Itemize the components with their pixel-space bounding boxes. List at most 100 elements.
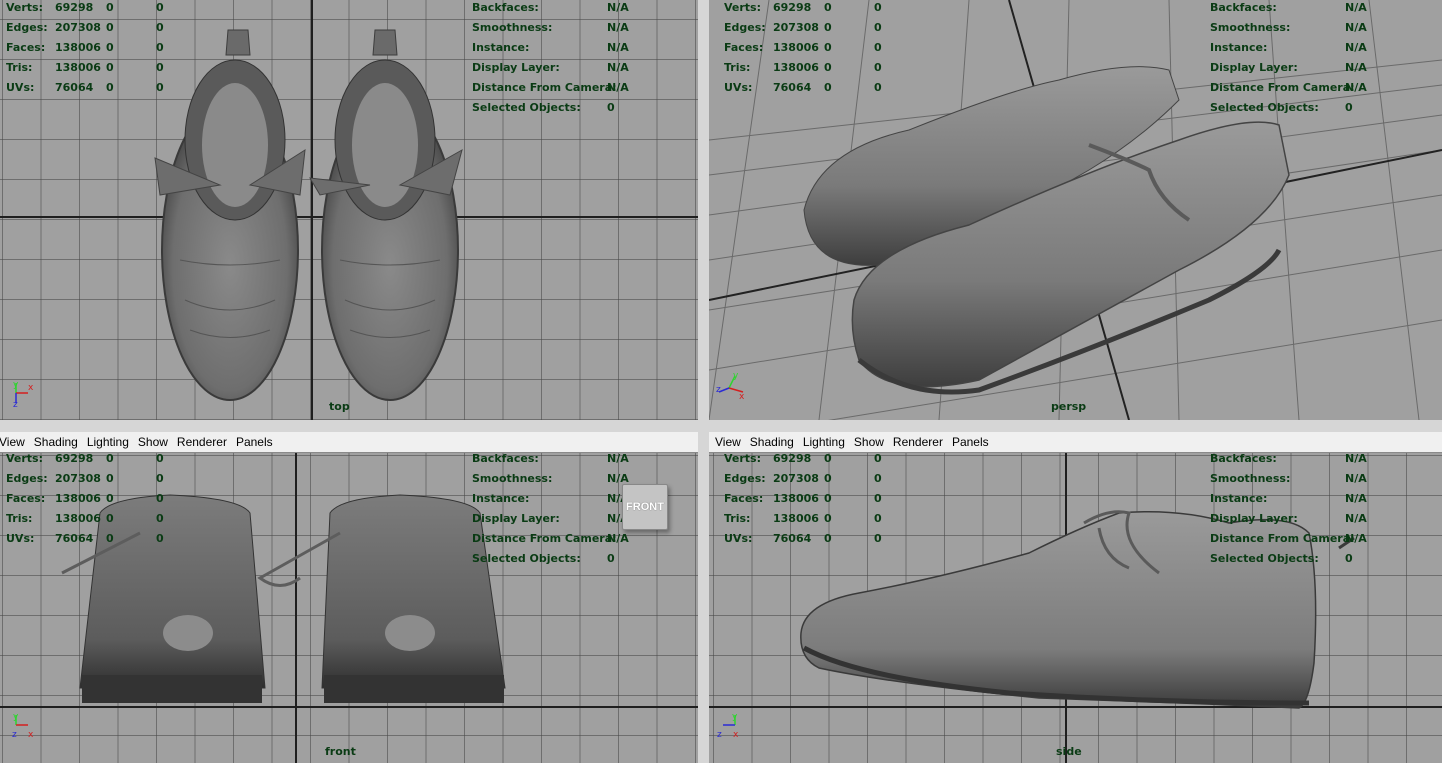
hud-value: 0	[874, 81, 882, 94]
axis-gizmo-icon: y x z	[715, 370, 745, 402]
menu-show[interactable]: Show	[854, 435, 884, 449]
hud-value: 76064	[55, 81, 94, 94]
menu-view[interactable]: View	[715, 435, 741, 449]
hud-value: 0	[874, 472, 882, 485]
menu-view[interactable]: View	[0, 435, 25, 449]
hud-value: 0	[874, 61, 882, 74]
hud-value: 138006	[55, 61, 101, 74]
poly-count-hud: Verts: 69298 0 0 Edges: 207308 0 0 Faces: 13800…	[6, 453, 206, 549]
axis-gizmo-icon: y z x	[8, 709, 38, 740]
hud-value: 0	[824, 453, 832, 465]
hud-value: N/A	[607, 61, 629, 74]
hud-value: 0	[824, 472, 832, 485]
svg-text:x: x	[733, 730, 739, 739]
hud-value: N/A	[607, 21, 629, 34]
view-cube-front[interactable]: FRONT	[622, 484, 668, 530]
hud-value: 207308	[55, 21, 101, 34]
hud-value: 0	[106, 453, 114, 465]
menu-shading[interactable]: Shading	[34, 435, 78, 449]
hud-label-smoothness: Smoothness:	[472, 472, 553, 485]
hud-value: 0	[874, 492, 882, 505]
hud-value: 138006	[55, 492, 101, 505]
hud-value: N/A	[1345, 532, 1367, 545]
hud-value: 0	[106, 512, 114, 525]
hud-value: 207308	[773, 472, 819, 485]
menu-panels[interactable]: Panels	[952, 435, 989, 449]
svg-text:x: x	[739, 392, 745, 400]
hud-value: 0	[106, 472, 114, 485]
viewport-front[interactable]: Verts: 69298 0 0 Edges: 207308 0 0 Faces: 13800…	[0, 453, 698, 763]
svg-text:y: y	[13, 712, 19, 722]
hud-value: 138006	[773, 512, 819, 525]
hud-value: N/A	[1345, 512, 1367, 525]
hud-label-faces: Faces:	[724, 41, 764, 54]
hud-label-distance-from-camera: Distance From Camera:	[472, 532, 617, 545]
hud-value: 0	[156, 512, 164, 525]
hud-value: 0	[874, 41, 882, 54]
hud-value: 76064	[55, 532, 94, 545]
hud-value: 0	[607, 552, 615, 565]
hud-value: 138006	[55, 512, 101, 525]
hud-label-edges: Edges:	[6, 472, 48, 485]
svg-text:x: x	[28, 383, 34, 393]
hud-label-display-layer: Display Layer:	[472, 512, 560, 525]
hud-value: 0	[106, 21, 114, 34]
viewport-top[interactable]: Verts: 69298 0 0 Edges: 207308 0 0 Faces: 13800…	[0, 0, 698, 420]
svg-text:y: y	[732, 712, 738, 722]
menu-show[interactable]: Show	[138, 435, 168, 449]
hud-value: N/A	[607, 1, 629, 14]
panel-divider-horizontal[interactable]	[0, 420, 1442, 432]
hud-value: 76064	[773, 81, 812, 94]
hud-label-uvs: UVs:	[6, 81, 35, 94]
hud-label-tris: Tris:	[6, 61, 33, 74]
hud-value: 0	[874, 512, 882, 525]
hud-value: 0	[156, 81, 164, 94]
hud-label-instance: Instance:	[1210, 492, 1268, 505]
menu-renderer[interactable]: Renderer	[893, 435, 943, 449]
hud-label-instance: Instance:	[1210, 41, 1268, 54]
hud-label-selected-objects: Selected Objects:	[1210, 552, 1319, 565]
hud-label-verts: Verts:	[6, 453, 44, 465]
viewport-persp[interactable]: Verts: 69298 0 0 Edges: 207308 0 0 Faces: 13800…	[709, 0, 1442, 420]
hud-value: 0	[106, 41, 114, 54]
hud-label-backfaces: Backfaces:	[1210, 1, 1277, 14]
hud-label-edges: Edges:	[724, 21, 766, 34]
svg-text:y: y	[13, 380, 19, 390]
menu-shading[interactable]: Shading	[750, 435, 794, 449]
object-info-hud: Backfaces: N/A Smoothness: N/A Instance: N/…	[472, 0, 692, 118]
menu-lighting[interactable]: Lighting	[87, 435, 129, 449]
camera-label: persp	[1051, 400, 1087, 413]
svg-text:y: y	[733, 371, 739, 381]
hud-value: 0	[874, 21, 882, 34]
menu-panels[interactable]: Panels	[236, 435, 273, 449]
axis-gizmo-icon: y x z	[8, 378, 38, 410]
viewport-side[interactable]: Verts: 69298 0 0 Edges: 207308 0 0 Faces: 13800…	[709, 453, 1442, 763]
hud-label-selected-objects: Selected Objects:	[472, 552, 581, 565]
hud-label-backfaces: Backfaces:	[1210, 453, 1277, 465]
svg-text:x: x	[28, 730, 34, 739]
hud-label-uvs: UVs:	[6, 532, 35, 545]
hud-label-faces: Faces:	[6, 492, 46, 505]
object-info-hud: Backfaces: N/A Smoothness: N/A Instance: N/…	[1210, 453, 1435, 569]
hud-value: 0	[1345, 101, 1353, 114]
svg-text:z: z	[716, 385, 721, 395]
hud-value: 0	[824, 21, 832, 34]
hud-value: 0	[824, 1, 832, 14]
hud-value: 0	[824, 532, 832, 545]
menu-renderer[interactable]: Renderer	[177, 435, 227, 449]
hud-value: 207308	[55, 472, 101, 485]
hud-value: 138006	[773, 41, 819, 54]
hud-label-display-layer: Display Layer:	[472, 61, 560, 74]
panel-divider-vertical[interactable]	[698, 0, 709, 763]
hud-value: 0	[106, 492, 114, 505]
hud-label-smoothness: Smoothness:	[1210, 472, 1291, 485]
hud-value: N/A	[1345, 21, 1367, 34]
hud-label-edges: Edges:	[724, 472, 766, 485]
hud-label-distance-from-camera: Distance From Camera:	[1210, 81, 1355, 94]
poly-count-hud: Verts: 69298 0 0 Edges: 207308 0 0 Faces: 13800…	[724, 0, 924, 98]
hud-label-instance: Instance:	[472, 492, 530, 505]
camera-label: top	[329, 400, 350, 413]
menu-lighting[interactable]: Lighting	[803, 435, 845, 449]
hud-label-tris: Tris:	[724, 512, 751, 525]
hud-label-uvs: UVs:	[724, 532, 753, 545]
